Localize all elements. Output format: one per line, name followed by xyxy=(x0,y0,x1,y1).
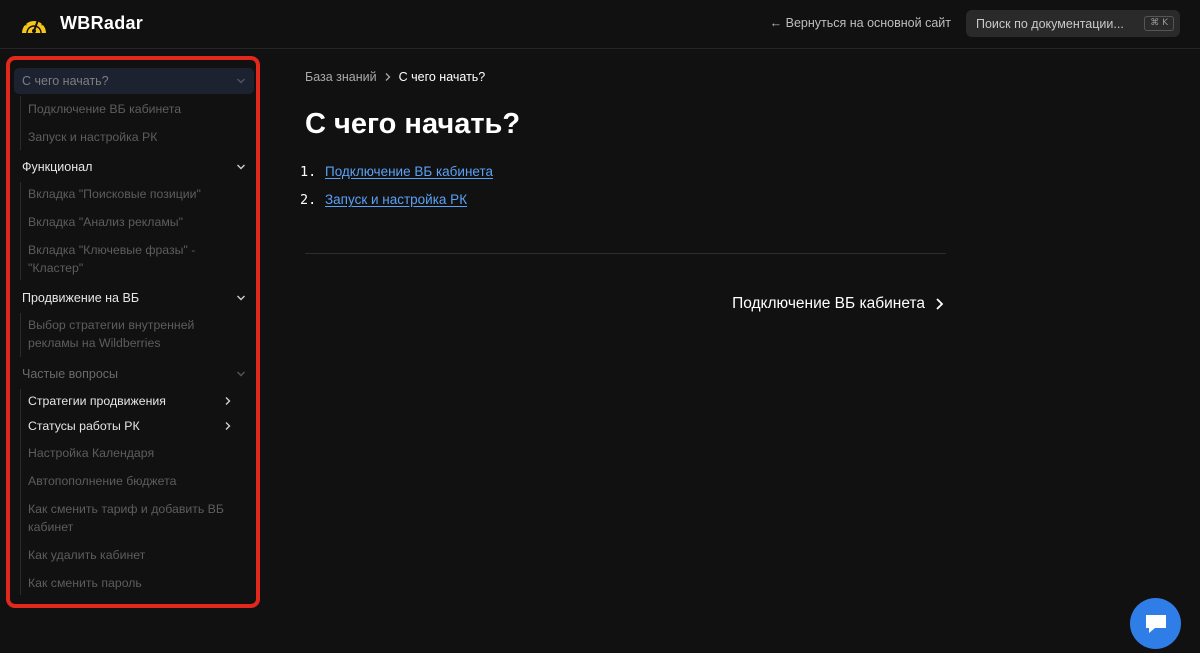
sidebar-section-title: Продвижение на ВБ xyxy=(22,291,140,305)
toc-number: 2. xyxy=(300,192,317,208)
sidebar-nav: С чего начать? Подключение ВБ кабинета З… xyxy=(6,56,260,608)
sidebar-item-label: Стратегии продвижения xyxy=(28,394,166,408)
sidebar-item-ad-strategy[interactable]: Выбор стратегии внутренней рекламы на Wi… xyxy=(28,316,228,352)
sidebar-section-list xyxy=(20,182,21,280)
next-page-link[interactable]: Подключение ВБ кабинета xyxy=(732,295,944,313)
search-input[interactable]: Поиск по документации... ⌘ K xyxy=(966,10,1180,37)
next-page-label: Подключение ВБ кабинета xyxy=(732,295,925,312)
sidebar-section-list xyxy=(20,313,21,357)
chat-button[interactable] xyxy=(1130,598,1181,649)
sidebar-item-promotion-strategies[interactable]: Стратегии продвижения xyxy=(28,392,231,410)
chevron-right-icon xyxy=(936,298,944,310)
toc-link-connect-cabinet[interactable]: Подключение ВБ кабинета xyxy=(325,164,493,179)
chevron-down-icon xyxy=(237,371,245,377)
back-to-main-site-link[interactable]: ← Вернуться на основной сайт xyxy=(770,16,951,30)
sidebar-section-title: Функционал xyxy=(22,160,93,174)
breadcrumb-knowledge-base[interactable]: База знаний xyxy=(305,70,377,84)
speedometer-logo-icon[interactable] xyxy=(19,11,49,37)
chevron-down-icon xyxy=(237,295,245,301)
sidebar-item-budget-autotopup[interactable]: Автопополнение бюджета xyxy=(28,472,228,490)
top-header: WBRadar ← Вернуться на основной сайт Пои… xyxy=(0,0,1200,49)
sidebar-item-change-tariff[interactable]: Как сменить тариф и добавить ВБ кабинет xyxy=(28,500,228,536)
chevron-right-icon xyxy=(225,397,231,405)
sidebar-item-delete-cabinet[interactable]: Как удалить кабинет xyxy=(28,546,228,564)
sidebar-item-connect-cabinet[interactable]: Подключение ВБ кабинета xyxy=(28,100,228,118)
sidebar-section-list xyxy=(20,96,21,150)
sidebar-section-functional[interactable]: Функционал xyxy=(14,154,254,180)
sidebar-item-launch-rk[interactable]: Запуск и настройка РК xyxy=(28,128,228,146)
sidebar-section-title: С чего начать? xyxy=(22,74,109,88)
sidebar-section-faq[interactable]: Частые вопросы xyxy=(14,361,254,387)
toc-link-launch-rk[interactable]: Запуск и настройка РК xyxy=(325,192,467,207)
breadcrumb-current: С чего начать? xyxy=(398,70,486,84)
toc-number: 1. xyxy=(300,164,317,180)
chevron-down-icon xyxy=(237,78,245,84)
breadcrumb: База знаний С чего начать? xyxy=(305,70,485,84)
sidebar-item-search-positions[interactable]: Вкладка "Поисковые позиции" xyxy=(28,185,228,203)
content-divider xyxy=(305,253,946,254)
sidebar-item-label: Статусы работы РК xyxy=(28,419,140,433)
search-placeholder: Поиск по документации... xyxy=(976,16,1124,31)
chevron-right-icon xyxy=(225,422,231,430)
sidebar-section-getting-started[interactable]: С чего начать? xyxy=(14,68,254,94)
sidebar-section-promotion[interactable]: Продвижение на ВБ xyxy=(14,285,254,311)
sidebar-item-calendar-settings[interactable]: Настройка Календаря xyxy=(28,444,228,462)
sidebar-item-rk-statuses[interactable]: Статусы работы РК xyxy=(28,417,231,435)
brand-name[interactable]: WBRadar xyxy=(60,13,143,34)
sidebar-item-key-phrases[interactable]: Вкладка "Ключевые фразы" - "Кластер" xyxy=(28,241,228,277)
sidebar-section-list xyxy=(20,389,21,595)
page-title: С чего начать? xyxy=(305,108,521,140)
search-shortcut-badge: ⌘ K xyxy=(1144,16,1174,31)
chevron-down-icon xyxy=(237,164,245,170)
sidebar-item-change-password[interactable]: Как сменить пароль xyxy=(28,574,228,592)
chevron-right-icon xyxy=(385,73,391,81)
sidebar-section-title: Частые вопросы xyxy=(22,367,119,381)
chat-bubble-icon xyxy=(1145,614,1166,633)
sidebar-item-ad-analysis[interactable]: Вкладка "Анализ рекламы" xyxy=(28,213,228,231)
